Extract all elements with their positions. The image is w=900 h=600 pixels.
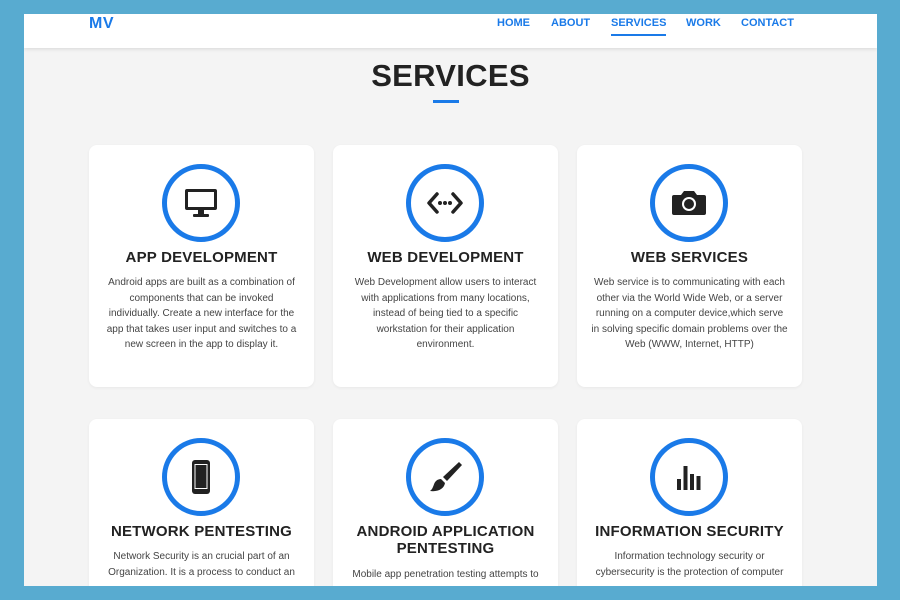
service-card-app-development: APP DEVELOPMENT Android apps are built a… (89, 145, 314, 387)
service-card-title: WEB DEVELOPMENT (367, 249, 524, 266)
paintbrush-icon (430, 462, 462, 492)
nav-link-contact[interactable]: CONTACT (741, 17, 794, 29)
service-card-title: INFORMATION SECURITY (595, 523, 784, 540)
service-card-description: Android apps are built as a combination … (106, 277, 297, 350)
section-title: SERVICES (371, 58, 530, 93)
service-card-description: Mobile app penetration testing attempts … (352, 569, 539, 580)
service-card-description: Web Development allow users to interact … (354, 277, 537, 350)
page-viewport: MV HOME ABOUT SERVICES WORK CONTACT SERV… (24, 14, 877, 586)
service-card-network-pentesting: NETWORK PENTESTING Network Security is a… (89, 419, 314, 586)
service-icon-circle (650, 438, 728, 516)
title-underline (433, 100, 459, 103)
service-card-description: Information technology security or cyber… (595, 551, 784, 578)
service-card-description: Web service is to communicating with eac… (591, 277, 788, 350)
service-card-web-services: WEB SERVICES Web service is to communica… (577, 145, 802, 387)
service-card-description: Network Security is an crucial part of a… (108, 551, 295, 578)
code-icon (427, 192, 463, 214)
service-icon-circle (406, 164, 484, 242)
service-card-information-security: INFORMATION SECURITY Information technol… (577, 419, 802, 586)
service-icon-circle (162, 164, 240, 242)
nav-link-about[interactable]: ABOUT (551, 17, 590, 29)
service-icon-circle (406, 438, 484, 516)
nav-link-work[interactable]: WORK (686, 17, 721, 29)
nav-link-home[interactable]: HOME (497, 17, 530, 29)
service-card-title: WEB SERVICES (630, 249, 749, 266)
nav-links: HOME ABOUT SERVICES WORK CONTACT (24, 17, 877, 45)
service-card-title: APP DEVELOPMENT (125, 249, 278, 266)
mobile-phone-icon (192, 460, 210, 494)
service-icon-circle (650, 164, 728, 242)
service-card-title: NETWORK PENTESTING (110, 523, 293, 540)
navbar: MV HOME ABOUT SERVICES WORK CONTACT (24, 14, 877, 48)
monitor-icon (185, 189, 217, 217)
camera-icon (672, 191, 706, 215)
service-card-title: ANDROID APPLICATION PENTESTING (356, 523, 535, 557)
service-icon-circle (162, 438, 240, 516)
service-card-web-development: WEB DEVELOPMENT Web Development allow us… (333, 145, 558, 387)
bar-chart-icon (677, 466, 701, 490)
nav-link-services[interactable]: SERVICES (611, 17, 667, 36)
service-card-android-application-pentesting: ANDROID APPLICATION PENTESTING Mobile ap… (333, 419, 558, 586)
